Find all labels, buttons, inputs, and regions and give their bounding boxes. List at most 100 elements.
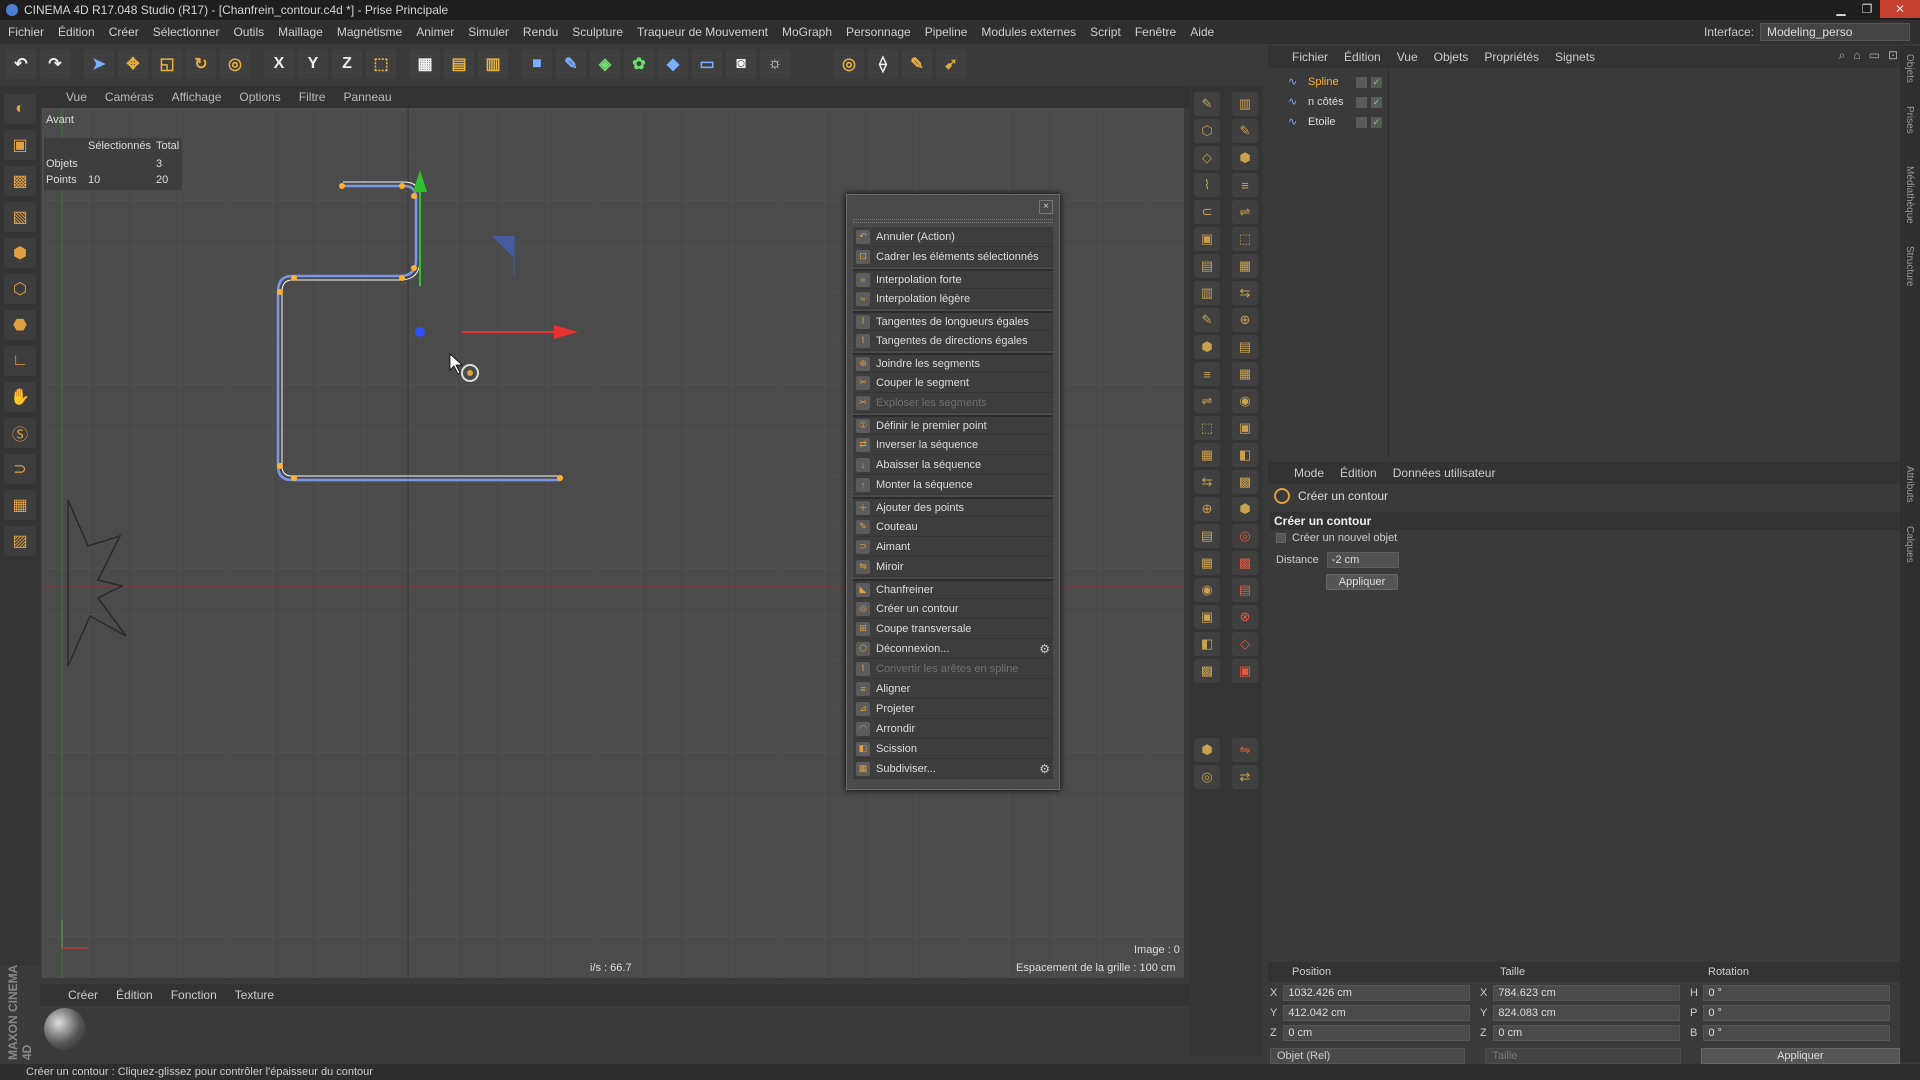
popup-command-item[interactable]: ▦ Subdiviser... ⚙ <box>853 759 1053 779</box>
palette-tool-icon[interactable]: ◉ <box>1232 389 1258 413</box>
snap-icon[interactable]: ◎ <box>834 49 864 79</box>
menu-item[interactable]: MoGraph <box>782 25 832 39</box>
menu-item[interactable]: Traqueur de Mouvement <box>637 25 768 39</box>
deformer-icon[interactable]: ◆ <box>658 49 688 79</box>
palette-tool-icon[interactable]: ◧ <box>1194 632 1220 656</box>
material-menu-item[interactable]: Fonction <box>171 988 217 1002</box>
attributes-menu-item[interactable]: Données utilisateur <box>1393 466 1496 480</box>
camera-icon[interactable]: ◙ <box>726 49 756 79</box>
popup-command-item[interactable]: ◧ Scission <box>853 739 1053 759</box>
viewport-menu-item[interactable]: Vue <box>66 90 87 104</box>
menu-item[interactable]: Modules externes <box>981 25 1076 39</box>
palette-tool-icon[interactable]: ⇆ <box>1194 470 1220 494</box>
menu-item[interactable]: Animer <box>416 25 454 39</box>
popup-command-item[interactable]: ◣ Chanfreiner <box>853 579 1053 599</box>
popup-command-item[interactable]: ⬡ Déconnexion... ⚙ <box>853 639 1053 659</box>
object-menu-item[interactable]: Fichier <box>1292 50 1328 64</box>
object-menu-item[interactable]: Édition <box>1344 50 1381 64</box>
enabled-check-icon[interactable]: ✓ <box>1371 76 1382 88</box>
polygons-mode-icon[interactable]: ⬣ <box>4 310 36 340</box>
palette-tool-icon[interactable]: ⊗ <box>1232 605 1258 629</box>
palette-tool-icon[interactable]: ▤ <box>1232 335 1258 359</box>
palette-tool-icon[interactable]: ◇ <box>1232 632 1258 656</box>
palette-tool-icon[interactable]: ◉ <box>1194 578 1220 602</box>
texture-mode-icon[interactable]: ▩ <box>4 166 36 196</box>
axis-mode-icon[interactable]: ∟ <box>4 346 36 376</box>
axis-z-lock-button[interactable]: Z <box>332 49 362 79</box>
cloner-icon[interactable]: ✿ <box>624 49 654 79</box>
menu-item[interactable]: Aide <box>1190 25 1214 39</box>
points-mode-icon[interactable]: ⬢ <box>4 238 36 268</box>
popup-command-item[interactable]: ① Définir le premier point <box>853 415 1053 435</box>
render-picture-viewer-icon[interactable]: ▤ <box>444 49 474 79</box>
move-tool-icon[interactable]: ➹ <box>936 49 966 79</box>
palette-tool-icon[interactable]: ⊕ <box>1194 497 1220 521</box>
viewport-menu-item[interactable]: Panneau <box>343 90 391 104</box>
palette-tool-icon[interactable]: ▩ <box>1232 470 1258 494</box>
render-settings-icon[interactable]: ▥ <box>478 49 508 79</box>
material-menu-item[interactable]: Édition <box>116 988 153 1002</box>
popup-command-item[interactable]: ↓ Abaisser la séquence <box>853 455 1053 475</box>
popup-close-button[interactable]: × <box>1039 200 1053 214</box>
visibility-toggle-icon[interactable] <box>1356 76 1367 88</box>
palette-tool-icon[interactable]: ✎ <box>1232 119 1258 143</box>
right-tab[interactable]: Structure <box>1904 246 1915 287</box>
palette-tool-icon[interactable]: ⬡ <box>1194 119 1220 143</box>
floor-icon[interactable]: ▭ <box>692 49 722 79</box>
new-object-checkbox[interactable] <box>1276 533 1286 543</box>
menu-item[interactable]: Pipeline <box>925 25 968 39</box>
popup-command-item[interactable]: ⊕ Joindre les segments <box>853 353 1053 373</box>
popup-command-item[interactable]: ⊞ Coupe transversale <box>853 619 1053 639</box>
viewport-menu-item[interactable]: Options <box>239 90 280 104</box>
palette-tool-icon[interactable]: ⬢ <box>1232 146 1258 170</box>
apply-button[interactable]: Appliquer <box>1326 574 1398 590</box>
popup-command-item[interactable]: ≈ Interpolation légère <box>853 289 1053 309</box>
sculpt-brush-icon[interactable]: ✎ <box>902 49 932 79</box>
right-tab[interactable]: Objets <box>1904 54 1915 83</box>
coordinate-field[interactable]: 0 ° <box>1703 1005 1890 1021</box>
popup-drag-handle[interactable] <box>853 219 1053 223</box>
popup-command-item[interactable]: ✎ Couteau <box>853 517 1053 537</box>
redo-icon[interactable]: ↷ <box>40 49 70 79</box>
palette-tool-icon[interactable]: ▦ <box>1232 254 1258 278</box>
quantize-icon[interactable]: ▨ <box>4 526 36 556</box>
spline-point[interactable] <box>291 475 297 481</box>
palette-tool-icon[interactable]: ✎ <box>1194 92 1220 116</box>
visibility-toggle-icon[interactable] <box>1356 96 1367 108</box>
settings-gear-icon[interactable]: ⚙ <box>1039 642 1050 656</box>
model-mode-icon[interactable]: ▣ <box>4 130 36 160</box>
menu-item[interactable]: Créer <box>109 25 139 39</box>
spline-point[interactable] <box>411 193 417 199</box>
object-row[interactable]: ∿ Spline ✓ <box>1272 72 1902 92</box>
menu-item[interactable]: Maillage <box>278 25 323 39</box>
coordinate-field[interactable]: 0 cm <box>1493 1025 1680 1041</box>
viewport-menu-item[interactable]: Caméras <box>105 90 154 104</box>
attributes-menu-item[interactable]: Mode <box>1294 466 1324 480</box>
palette-tool-icon[interactable]: ▥ <box>1194 281 1220 305</box>
coordinate-field[interactable]: 0 ° <box>1703 1025 1890 1041</box>
scale-icon[interactable]: ◱ <box>152 49 182 79</box>
popup-command-item[interactable]: ⇋ Miroir <box>853 557 1053 577</box>
palette-tool-icon[interactable]: ◎ <box>1194 765 1220 789</box>
palette-tool-icon[interactable]: ⬢ <box>1194 738 1220 762</box>
menu-item[interactable]: Simuler <box>468 25 509 39</box>
spline-point[interactable] <box>339 183 345 189</box>
viewport-menu-item[interactable]: Filtre <box>299 90 326 104</box>
size-mode-dropdown[interactable]: Taille <box>1485 1048 1681 1064</box>
palette-tool-icon[interactable]: ≡ <box>1232 173 1258 197</box>
popup-command-item[interactable]: ≡ Aligner <box>853 679 1053 699</box>
palette-tool-icon[interactable]: ◧ <box>1232 443 1258 467</box>
palette-tool-icon[interactable]: ▤ <box>1232 578 1258 602</box>
tweak-mode-icon[interactable]: ✋ <box>4 382 36 412</box>
menu-item[interactable]: Magnétisme <box>337 25 402 39</box>
make-editable-icon[interactable]: ◐ <box>4 94 36 124</box>
popup-command-item[interactable]: ＋ Ajouter des points <box>853 497 1053 517</box>
solo-mode-icon[interactable]: Ⓢ <box>4 418 36 448</box>
edges-mode-icon[interactable]: ⬡ <box>4 274 36 304</box>
right-tab[interactable]: Attributs <box>1904 466 1915 503</box>
spline-point[interactable] <box>291 275 297 281</box>
popup-command-item[interactable]: ✂ Couper le segment <box>853 373 1053 393</box>
enable-snap-icon[interactable]: ▦ <box>4 490 36 520</box>
close-button[interactable]: ✕ <box>1880 0 1920 18</box>
menu-item[interactable]: Fichier <box>8 25 44 39</box>
